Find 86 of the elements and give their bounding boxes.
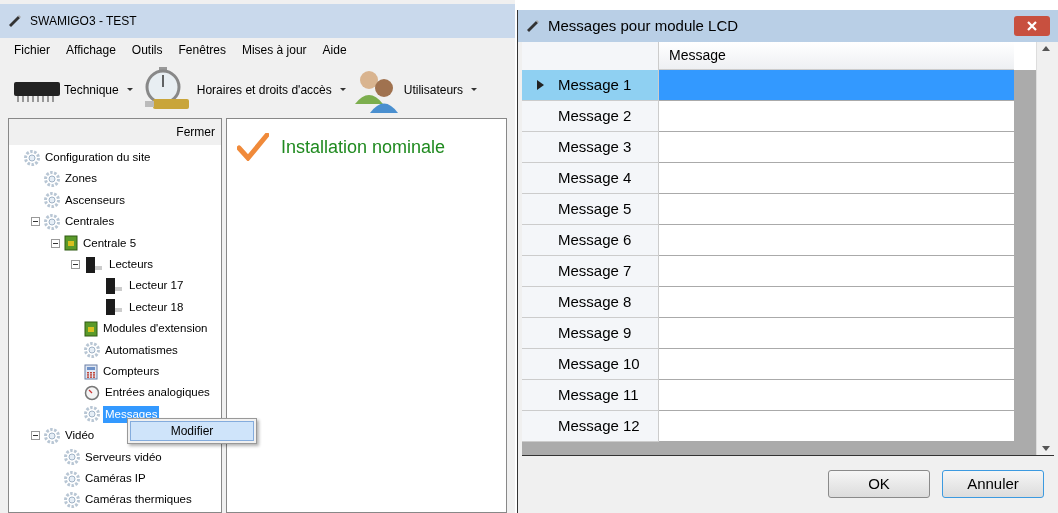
tree-item[interactable]: Serveurs vidéo (83, 448, 164, 466)
row-header[interactable]: Message 1 (522, 70, 659, 101)
menu-item[interactable]: Aide (322, 41, 347, 59)
row-pointer-icon (536, 80, 544, 90)
collapse-toggle-icon[interactable] (50, 238, 60, 248)
tree-item[interactable]: Centrales (63, 213, 117, 231)
gear-icon (44, 427, 60, 444)
scroll-up-icon[interactable] (1041, 46, 1050, 51)
gear-icon (24, 149, 40, 166)
card-reader-icon (84, 255, 104, 274)
menu-item[interactable]: Mises à jour (241, 41, 307, 59)
menu-item[interactable]: Fenêtres (178, 41, 226, 59)
gear-icon (64, 449, 80, 466)
toolbar-button[interactable]: Technique (10, 76, 139, 104)
close-icon (1027, 21, 1037, 31)
toolbar-button[interactable]: Utilisateurs (351, 66, 484, 114)
collapse-toggle-icon[interactable] (30, 431, 40, 441)
tree-item[interactable]: Lecteur 18 (127, 298, 186, 317)
card-reader-icon (104, 277, 124, 296)
pen-icon (526, 19, 540, 33)
gear-icon (44, 213, 60, 230)
tree-item[interactable]: Configuration du site (43, 149, 153, 167)
message-cell[interactable] (659, 411, 1014, 442)
message-cell[interactable] (659, 287, 1014, 318)
tree-item[interactable]: Centrale 5 (81, 234, 139, 252)
message-cell[interactable] (659, 225, 1014, 256)
menu-item[interactable]: Outils (131, 41, 163, 59)
status-text: Installation nominale (281, 135, 446, 159)
message-cell[interactable] (659, 318, 1014, 349)
message-cell[interactable] (659, 349, 1014, 380)
row-header[interactable]: Message 7 (522, 256, 659, 287)
gauge-icon (84, 385, 100, 401)
window-title: SWAMIGO3 - TEST (30, 13, 137, 30)
row-header[interactable]: Message 2 (522, 101, 659, 132)
dialog-button[interactable]: OK (828, 470, 930, 498)
tree-item[interactable]: Lecteur 17 (127, 277, 186, 295)
gear-icon (84, 406, 100, 423)
card-reader-icon (104, 298, 124, 317)
menu-item[interactable]: Fichier (14, 41, 50, 59)
tree-item[interactable]: Automatismes (103, 341, 180, 359)
row-header[interactable]: Message 8 (522, 287, 659, 318)
gear-icon (64, 470, 80, 487)
collapse-toggle-icon[interactable] (30, 217, 40, 227)
row-header[interactable]: Message 4 (522, 163, 659, 194)
tree-item[interactable]: Vidéo (63, 427, 97, 445)
dialog-button[interactable]: Annuler (942, 470, 1044, 498)
row-header[interactable]: Message 9 (522, 318, 659, 349)
menu-item[interactable]: Affichage (66, 41, 116, 59)
message-cell[interactable] (659, 256, 1014, 287)
tree-item[interactable]: Caméras IP (83, 469, 148, 488)
circuit-board-icon (64, 235, 78, 252)
row-header[interactable]: Message 6 (522, 225, 659, 256)
tree-item[interactable]: Lecteurs (107, 256, 156, 274)
tree-item[interactable]: Zones (63, 170, 99, 188)
tree-item[interactable]: Caméras thermiques (83, 491, 194, 509)
gear-icon (84, 342, 100, 359)
scroll-down-icon[interactable] (1041, 446, 1050, 451)
calculator-icon (84, 363, 98, 380)
tree-item[interactable]: Entrées analogiques (103, 384, 212, 402)
toolbar-button[interactable]: Horaires et droits d'accès (138, 65, 352, 115)
row-header[interactable]: Message 5 (522, 194, 659, 225)
message-cell[interactable] (659, 380, 1014, 411)
check-icon (237, 133, 269, 161)
row-header[interactable]: Message 11 (522, 380, 659, 411)
message-cell[interactable] (659, 132, 1014, 163)
tree-item[interactable]: Compteurs (101, 362, 162, 381)
row-header[interactable]: Message 10 (522, 349, 659, 380)
row-header[interactable]: Message 12 (522, 411, 659, 442)
message-cell[interactable] (659, 163, 1014, 194)
caret-icon (469, 87, 480, 93)
gear-icon (44, 192, 60, 209)
collapse-toggle-icon[interactable] (70, 260, 80, 270)
message-cell[interactable] (659, 194, 1014, 225)
message-cell[interactable] (659, 101, 1014, 132)
tree-item[interactable]: Ascenseurs (63, 191, 128, 210)
gear-icon (44, 171, 60, 188)
circuit-board-icon (84, 320, 98, 337)
menu-item[interactable]: Modifier (130, 421, 254, 441)
close-link[interactable]: Fermer (176, 123, 215, 141)
tree-item[interactable]: Modules d'extension (101, 320, 210, 338)
gear-icon (64, 491, 80, 508)
dialog-title: Messages pour module LCD (548, 15, 740, 36)
close-button[interactable] (1014, 16, 1050, 36)
row-header[interactable]: Message 3 (522, 132, 659, 163)
message-cell[interactable] (659, 70, 1014, 101)
pen-icon (8, 14, 22, 28)
